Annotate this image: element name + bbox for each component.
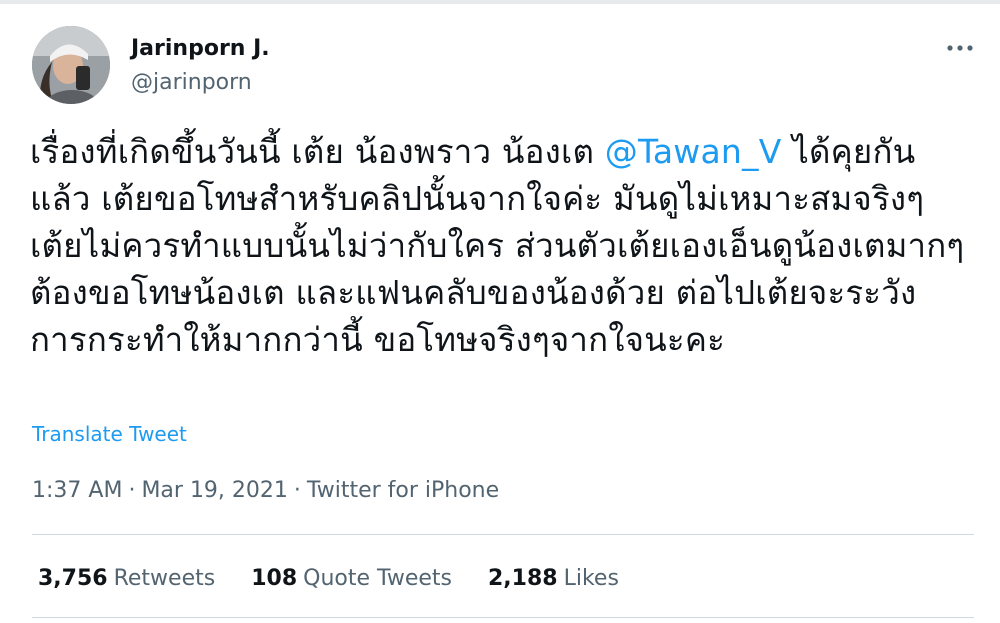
author-handle[interactable]: @jarinporn — [131, 70, 252, 95]
avatar[interactable] — [32, 26, 110, 104]
top-divider — [0, 0, 1000, 4]
tweet-time[interactable]: 1:37 AM — [32, 478, 122, 503]
tweet-stats: 3,756 Retweets 108 Quote Tweets 2,188 Likes — [38, 566, 619, 591]
profile-photo-icon — [32, 26, 110, 104]
meta-separator: · — [293, 478, 301, 503]
stats-divider-bottom — [32, 617, 974, 618]
quote-tweets-count: 108 — [251, 566, 298, 591]
tweet-card: Jarinporn J. @jarinporn เรื่องที่เกิดขึ้… — [0, 0, 1000, 623]
tweet-metadata: 1:37 AM · Mar 19, 2021 · Twitter for iPhone — [32, 478, 499, 503]
author-name[interactable]: Jarinporn J. — [131, 36, 270, 61]
more-dots-icon — [947, 45, 973, 51]
meta-separator: · — [128, 478, 136, 503]
more-options-button[interactable] — [940, 30, 980, 66]
likes-label: Likes — [563, 566, 619, 591]
tweet-text: เรื่องที่เกิดขึ้นวันนี้ เต้ย น้องพราว น้… — [30, 128, 975, 363]
tweet-text-before: เรื่องที่เกิดขึ้นวันนี้ เต้ย น้องพราว น้… — [30, 132, 605, 171]
tweet-date[interactable]: Mar 19, 2021 — [141, 478, 287, 503]
quote-tweets-label: Quote Tweets — [303, 566, 452, 591]
stats-divider-top — [32, 534, 974, 535]
quote-tweets-stat[interactable]: 108 Quote Tweets — [251, 566, 452, 591]
likes-stat[interactable]: 2,188 Likes — [488, 566, 619, 591]
retweets-label: Retweets — [113, 566, 216, 591]
mention-link[interactable]: @Tawan_V — [605, 132, 782, 171]
retweets-stat[interactable]: 3,756 Retweets — [38, 566, 215, 591]
translate-tweet-link[interactable]: Translate Tweet — [32, 422, 187, 446]
likes-count: 2,188 — [487, 566, 558, 591]
tweet-source[interactable]: Twitter for iPhone — [307, 478, 499, 503]
retweets-count: 3,756 — [38, 566, 108, 591]
